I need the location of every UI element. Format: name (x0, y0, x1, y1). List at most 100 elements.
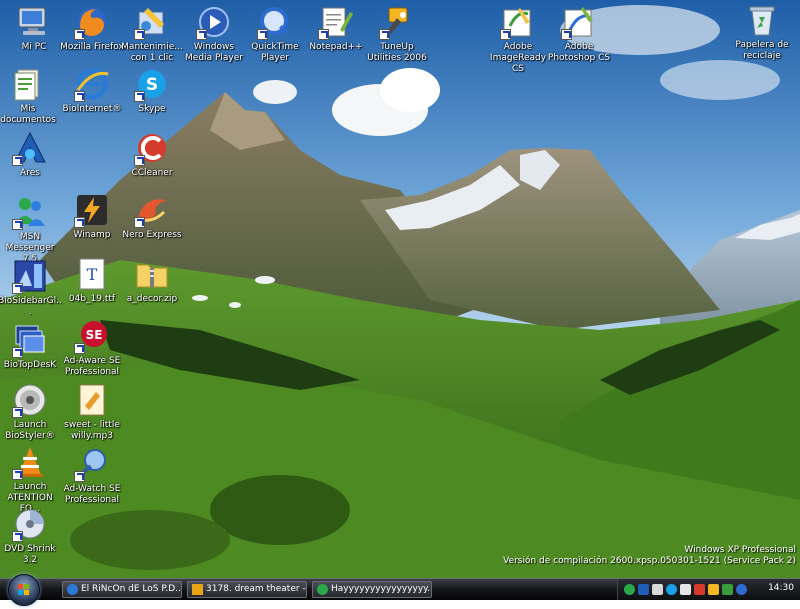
notepad-icon (318, 4, 354, 40)
network-tray-icon[interactable] (652, 584, 663, 595)
ad-aware-icon: SE (74, 318, 110, 354)
desktop-icon-label: BioInternet® (62, 104, 122, 114)
desktop-icon-label: DVD Shrink 3.2 (4, 544, 56, 565)
vlc-cone-icon (12, 444, 48, 480)
desktop-icon-photoshop[interactable]: Adobe Photoshop CS (545, 4, 613, 64)
media-player-icon (196, 4, 232, 40)
imageready-icon (500, 4, 536, 40)
skype-icon: S (134, 66, 170, 102)
taskbar-clock[interactable]: 14:30 (768, 583, 794, 593)
internet-explorer-icon (74, 66, 110, 102)
desktop-icon-biostyler[interactable]: Launch BioStyler® (0, 382, 64, 442)
desktop-icon-label: Windows Media Player (185, 42, 243, 63)
desktop: Mi PC Mis documentos Ares MSN Messenger … (0, 0, 800, 578)
biostyler-icon (12, 382, 48, 418)
shortcut-arrow-icon (12, 407, 23, 418)
computer-icon (16, 4, 52, 40)
shortcut-arrow-icon (196, 29, 207, 40)
volume-tray-icon[interactable] (680, 584, 691, 595)
svg-text:T: T (87, 265, 98, 284)
desktop-icon-label: Launch BioStyler® (5, 420, 55, 441)
maintenance-icon (134, 4, 170, 40)
desktop-icon-ad-aware[interactable]: SE Ad-Aware SE Professional (58, 318, 126, 378)
shortcut-arrow-icon (74, 91, 85, 102)
desktop-icon-windows-media-player[interactable]: Windows Media Player (180, 4, 248, 64)
update-tray-icon[interactable] (708, 584, 719, 595)
ares-icon (12, 130, 48, 166)
desktop-icon-label: sweet - little willy.mp3 (64, 420, 120, 441)
nero-icon (134, 192, 170, 228)
desktop-icon-biotopdesk[interactable]: BioTopDesK (0, 322, 64, 371)
desktop-icon-sweet-little-willy[interactable]: sweet - little willy.mp3 (58, 382, 126, 442)
desktop-icon-quicktime[interactable]: QuickTime Player (241, 4, 309, 64)
desktop-icon-dvd-shrink[interactable]: DVD Shrink 3.2 (0, 506, 64, 566)
shortcut-arrow-icon (74, 343, 85, 354)
desktop-icon-imageready[interactable]: Adobe ImageReady CS (484, 4, 552, 75)
winamp-icon (192, 584, 203, 595)
ares-tray-icon[interactable] (638, 584, 649, 595)
desktop-icon-a-decor-zip[interactable]: a_decor.zip (118, 256, 186, 305)
svg-text:S: S (146, 75, 158, 95)
desktop-icon-label: a_decor.zip (126, 294, 178, 304)
shortcut-arrow-icon (12, 347, 23, 358)
photoshop-icon (561, 4, 597, 40)
shortcut-arrow-icon (134, 29, 145, 40)
skype-tray-icon[interactable] (666, 584, 677, 595)
font-file-icon: T (74, 256, 110, 292)
shortcut-arrow-icon (12, 219, 23, 230)
desktop-icon-ad-watch[interactable]: Ad-Watch SE Professional (58, 446, 126, 506)
desktop-icon-recycle-bin[interactable]: Papelera de reciclaje (728, 2, 796, 62)
dvd-shrink-icon (12, 506, 48, 542)
desktop-icon-notepad-plus-plus[interactable]: Notepad++ (302, 4, 370, 53)
svg-text:SE: SE (86, 328, 103, 342)
taskbar-button-messenger[interactable]: Hayyyyyyyyyyyyyyyy... (312, 581, 432, 598)
desktop-icon-ccleaner[interactable]: CCleaner (118, 130, 186, 179)
desktop-icon-label: 04b_19.ttf (68, 294, 116, 304)
desktop-icon-tuneup[interactable]: TuneUp Utilities 2006 (363, 4, 431, 64)
desktop-icon-winamp[interactable]: Winamp (58, 192, 126, 241)
desktop-icon-firefox[interactable]: Mozilla Firefox (58, 4, 126, 53)
ad-watch-icon (74, 446, 110, 482)
security-tray-icon[interactable] (694, 584, 705, 595)
quicktime-tray-icon[interactable] (736, 584, 747, 595)
desktop-icon-label: Notepad++ (309, 42, 363, 52)
start-button[interactable] (8, 574, 40, 606)
tuneup-icon (379, 4, 415, 40)
desktop-icon-label: CCleaner (131, 168, 173, 178)
shortcut-arrow-icon (74, 471, 85, 482)
mp3-file-icon (74, 382, 110, 418)
desktop-icon-label: QuickTime Player (251, 42, 299, 63)
shortcut-arrow-icon (12, 283, 23, 294)
firefox-icon (74, 4, 110, 40)
biosidebar-icon (12, 258, 48, 294)
desktop-icon-biosidebar[interactable]: BioSidebarGl... (0, 258, 64, 318)
desktop-icon-04b-19-ttf[interactable]: T 04b_19.ttf (58, 256, 126, 305)
desktop-icon-label: Ares (20, 168, 40, 178)
desktop-icon-label: Ad-Aware SE Professional (63, 356, 121, 377)
desktop-icon-atention-fo[interactable]: Launch ATENTION FO... (0, 444, 64, 515)
desktop-icon-mantenimiento[interactable]: Mantenimie... con 1 clic (118, 4, 186, 64)
desktop-icon-label: Adobe ImageReady CS (489, 42, 547, 74)
taskbar-button-browser[interactable]: El RiNcOn dE LoS P.D.... (62, 581, 182, 598)
taskbar-button-label: Hayyyyyyyyyyyyyyyy... (331, 584, 432, 594)
antivirus-tray-icon[interactable] (722, 584, 733, 595)
watermark-build: Versión de compilación 2600.xpsp.050301-… (503, 556, 796, 566)
desktop-icon-ares[interactable]: Ares (0, 130, 64, 179)
desktop-icon-msn-messenger[interactable]: MSN Messenger 7.5 (0, 194, 64, 265)
desktop-icon-label: TuneUp Utilities 2006 (367, 42, 427, 63)
desktop-icon-biointernet[interactable]: BioInternet® (58, 66, 126, 115)
desktop-icon-nero-express[interactable]: Nero Express (118, 192, 186, 241)
quicktime-icon (257, 4, 293, 40)
shortcut-arrow-icon (561, 29, 572, 40)
shortcut-arrow-icon (134, 91, 145, 102)
windows-version-watermark: Windows XP Professional Versión de compi… (503, 545, 796, 567)
desktop-icon-mis-documentos[interactable]: Mis documentos (0, 66, 62, 126)
taskbar-button-winamp[interactable]: 3178. dream theater - ... (187, 581, 307, 598)
desktop-icon-label: Mis documentos (0, 104, 56, 125)
shortcut-arrow-icon (318, 29, 329, 40)
messenger-tray-icon[interactable] (624, 584, 635, 595)
desktop-icon-label: Papelera de reciclaje (735, 40, 789, 61)
desktop-icon-skype[interactable]: S Skype (118, 66, 186, 115)
watermark-edition: Windows XP Professional (684, 545, 796, 555)
system-tray: 14:30 (617, 579, 800, 600)
